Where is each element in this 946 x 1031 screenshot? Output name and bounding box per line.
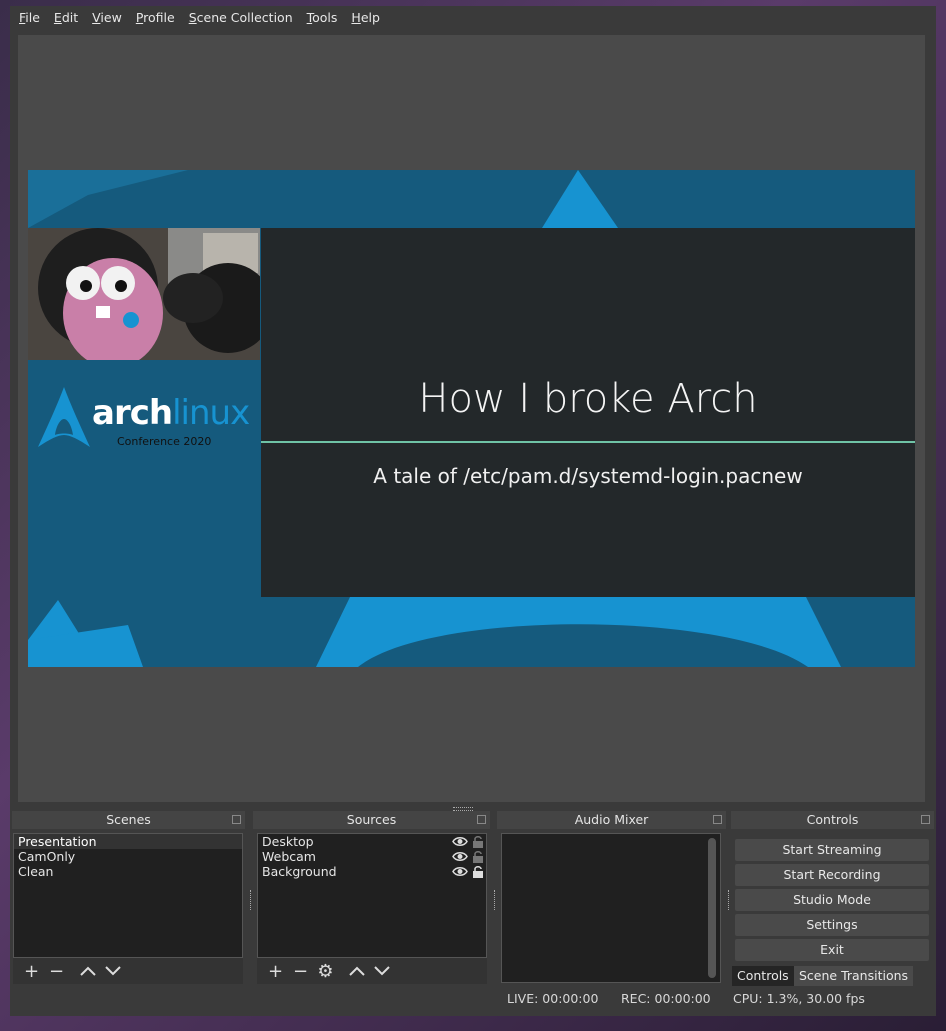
slide-divider [261,441,915,443]
source-item[interactable]: Background [258,864,486,879]
menu-tools[interactable]: Tools [307,10,338,25]
controls-dock-title: Controls [731,811,934,829]
visibility-eye-icon[interactable] [452,836,468,847]
menu-file[interactable]: File [19,10,40,25]
menu-profile[interactable]: Profile [136,10,175,25]
menu-help-rest: elp [360,9,380,25]
menu-edit-rest: dit [61,9,79,25]
audio-mixer-dock-title: Audio Mixer [497,811,726,829]
source-label: Webcam [262,849,316,864]
scenes-list: Presentation CamOnly Clean [13,833,243,958]
live-status: LIVE: 00:00:00 [507,991,599,1006]
remove-scene-button[interactable]: − [44,960,69,982]
arch-conference-logo: archlinux Conference 2020 [36,385,256,455]
float-dock-icon[interactable] [232,815,241,824]
float-dock-icon[interactable] [477,815,486,824]
start-recording-button[interactable]: Start Recording [735,864,929,886]
slide-panel: How I broke Arch A tale of /etc/pam.d/sy… [261,228,915,597]
rec-status: REC: 00:00:00 [621,991,711,1006]
scenes-dock-title: Scenes [12,811,245,829]
controls-dock: Controls Start Streaming Start Recording… [731,811,934,986]
slide-subtitle: A tale of /etc/pam.d/systemd-login.pacne… [373,464,803,488]
scenes-title-text: Scenes [106,812,151,827]
source-item[interactable]: Webcam [258,849,486,864]
webcam-feed [28,228,260,360]
preview-canvas: archlinux Conference 2020 How I broke Ar… [28,170,915,667]
remove-source-button[interactable]: − [288,960,313,982]
move-up-icon[interactable] [344,960,369,982]
audio-mixer-area [501,833,721,983]
arch-logo-icon [38,387,90,447]
logo-wordmark: archlinux [92,393,250,433]
sources-dock: Sources Desktop Webcam Background + − ⚙ [253,811,490,984]
lock-icon[interactable] [472,865,484,878]
menu-edit[interactable]: Edit [54,10,78,25]
scenes-dock: Scenes Presentation CamOnly Clean + − [12,811,245,984]
move-down-icon[interactable] [100,960,125,982]
move-down-icon[interactable] [369,960,394,982]
source-label: Background [262,864,337,879]
settings-button[interactable]: Settings [735,914,929,936]
preview-area[interactable]: archlinux Conference 2020 How I broke Ar… [18,35,925,802]
visibility-eye-icon[interactable] [452,866,468,877]
menu-profile-rest: rofile [143,9,175,25]
sources-toolbar: + − ⚙ [257,958,487,984]
sources-list: Desktop Webcam Background [257,833,487,958]
start-streaming-button[interactable]: Start Streaming [735,839,929,861]
mixer-scrollbar[interactable] [708,838,716,978]
tab-scene-transitions[interactable]: Scene Transitions [794,966,914,986]
menu-file-rest: ile [25,9,40,25]
source-label: Desktop [262,834,314,849]
logo-subtitle: Conference 2020 [117,435,212,448]
cpu-status: CPU: 1.3%, 30.00 fps [733,991,865,1006]
visibility-eye-icon[interactable] [452,851,468,862]
studio-mode-button[interactable]: Studio Mode [735,889,929,911]
add-source-button[interactable]: + [263,960,288,982]
float-dock-icon[interactable] [713,815,722,824]
scene-item[interactable]: Clean [14,864,242,879]
move-up-icon[interactable] [75,960,100,982]
menu-tools-rest: ools [312,9,338,25]
menubar: File Edit View Profile Scene Collection … [10,6,936,28]
sources-title-text: Sources [346,812,397,827]
logo-linux-text: linux [172,393,250,433]
lock-icon[interactable] [472,850,484,863]
logo-arch-text: arch [92,393,173,433]
slide-title: How I broke Arch [418,376,758,422]
add-scene-button[interactable]: + [19,960,44,982]
audio-mixer-dock: Audio Mixer [497,811,726,983]
menu-view[interactable]: View [92,10,122,25]
audio-mixer-title-text: Audio Mixer [574,812,649,827]
menu-scene-collection[interactable]: Scene Collection [189,10,293,25]
float-dock-icon[interactable] [921,815,930,824]
sources-dock-title: Sources [253,811,490,829]
tab-controls[interactable]: Controls [732,966,794,986]
scenes-toolbar: + − [13,958,243,984]
exit-button[interactable]: Exit [735,939,929,961]
scene-item[interactable]: Presentation [14,834,242,849]
menu-help[interactable]: Help [351,10,380,25]
gear-icon[interactable]: ⚙ [313,960,338,982]
source-item[interactable]: Desktop [258,834,486,849]
menu-view-rest: iew [100,9,122,25]
scene-item[interactable]: CamOnly [14,849,242,864]
controls-title-text: Controls [806,812,859,827]
lock-icon[interactable] [472,835,484,848]
webcam-image [28,228,260,360]
menu-scene-collection-rest: cene Collection [196,9,293,25]
